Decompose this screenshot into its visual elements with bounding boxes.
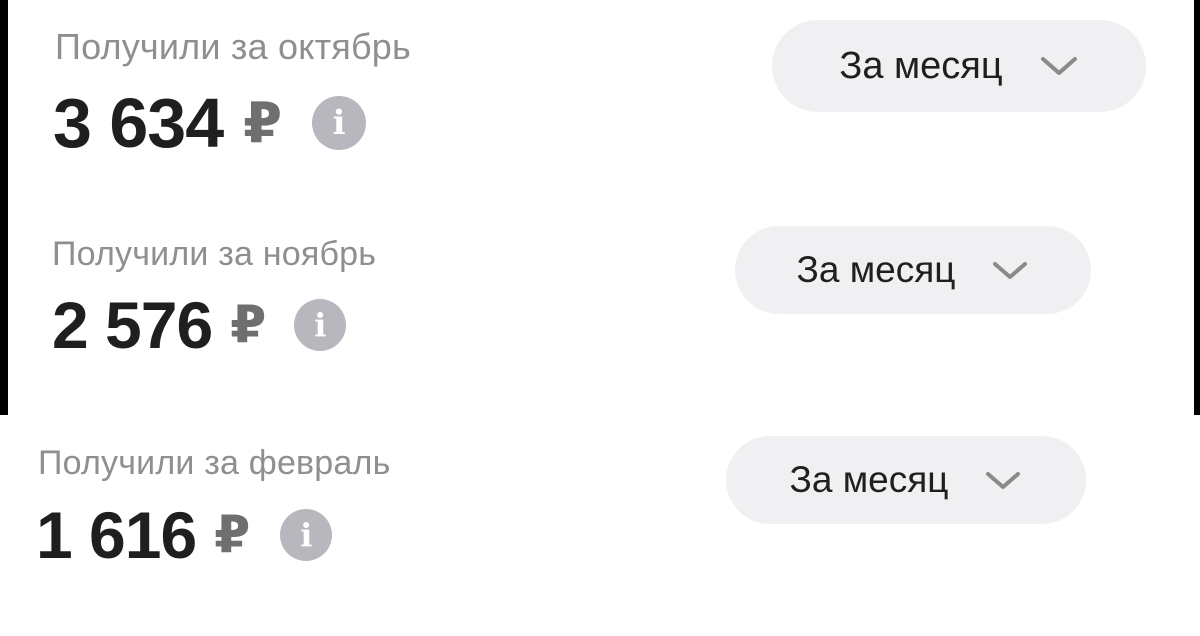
period-dropdown-label: За месяц (796, 249, 956, 290)
currency-symbol: ₽ (243, 90, 283, 156)
income-period-label: Получили за октябрь (55, 26, 411, 67)
screenshot-canvas: Получили за октябрь 3 634 ₽ i За месяц П… (0, 0, 1200, 636)
period-dropdown-label: За месяц (789, 459, 949, 500)
currency-symbol: ₽ (230, 295, 267, 355)
income-card-november: Получили за ноябрь 2 576 ₽ i За месяц (8, 210, 1194, 415)
income-period-label: Получили за ноябрь (52, 235, 377, 273)
chevron-down-icon (984, 469, 1022, 491)
income-amount-row: 2 576 ₽ i (52, 288, 347, 362)
income-amount: 2 576 (52, 288, 213, 362)
chevron-down-icon (1039, 54, 1079, 78)
info-icon[interactable]: i (294, 299, 347, 351)
income-card-february: Получили за февраль 1 616 ₽ i За месяц (0, 415, 1200, 636)
period-dropdown-button[interactable]: За месяц (735, 226, 1091, 314)
period-dropdown-button[interactable]: За месяц (726, 436, 1086, 524)
period-dropdown-button[interactable]: За месяц (772, 20, 1146, 112)
income-card-october: Получили за октябрь 3 634 ₽ i За месяц (8, 0, 1194, 210)
currency-symbol: ₽ (214, 505, 251, 565)
income-amount: 3 634 (53, 84, 224, 162)
income-amount: 1 616 (36, 498, 197, 572)
info-icon[interactable]: i (312, 96, 367, 150)
income-period-label: Получили за февраль (38, 444, 391, 482)
chevron-down-icon (991, 259, 1029, 281)
period-dropdown-label: За месяц (839, 44, 1003, 87)
info-icon[interactable]: i (280, 509, 333, 561)
income-amount-row: 3 634 ₽ i (53, 84, 367, 162)
income-amount-row: 1 616 ₽ i (36, 498, 333, 572)
